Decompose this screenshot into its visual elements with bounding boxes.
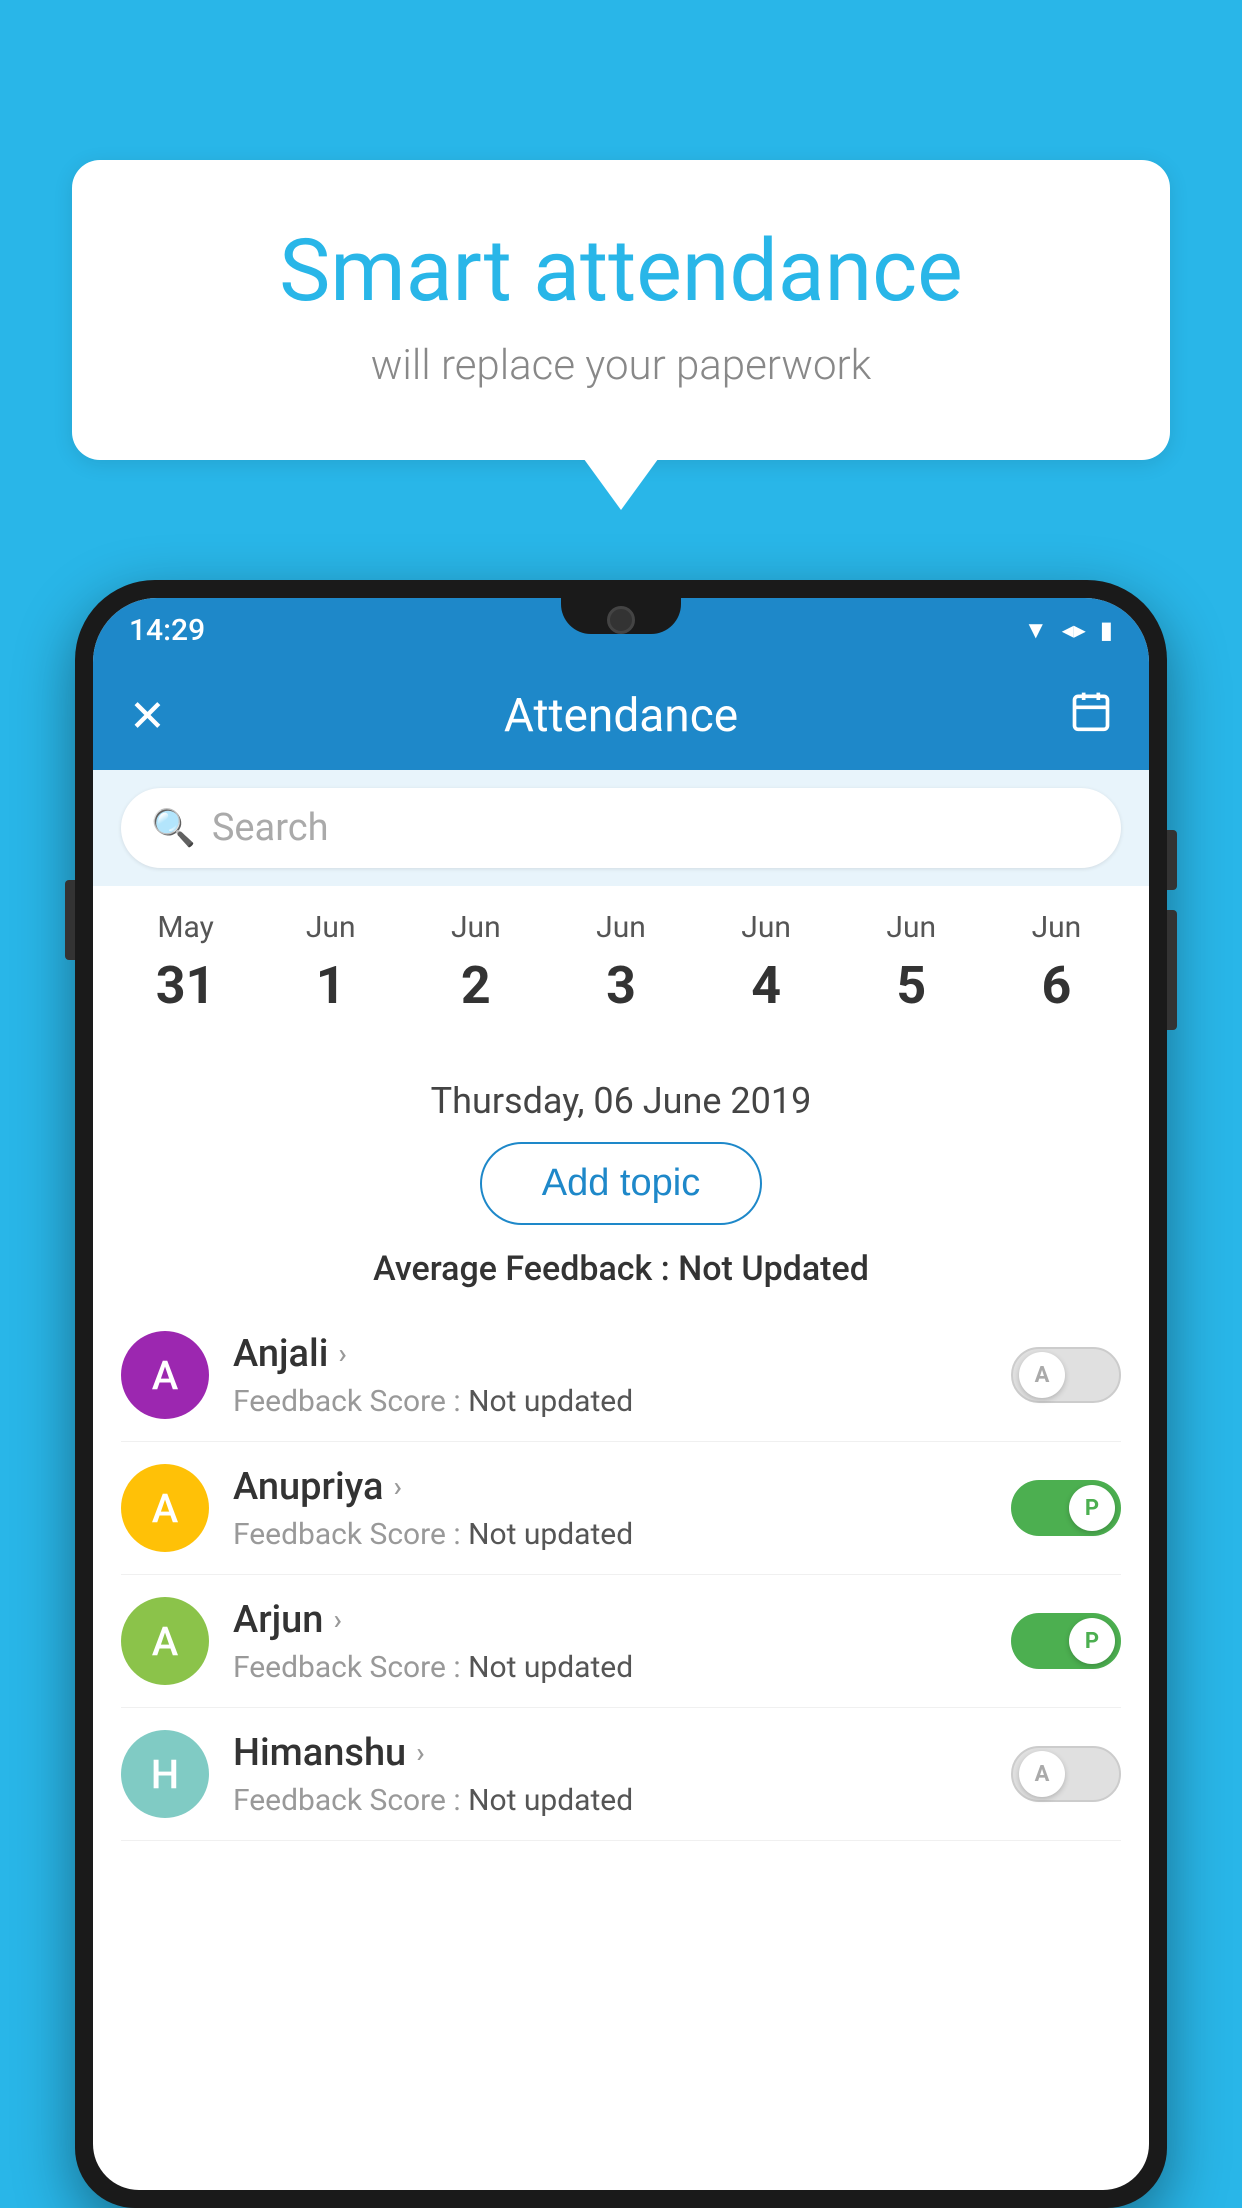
student-feedback: Feedback Score : Not updated (233, 1517, 987, 1552)
calendar-month-1[interactable]: Jun (261, 910, 401, 945)
search-bar[interactable]: 🔍 Search (121, 788, 1121, 868)
calendar-month-0[interactable]: May (116, 910, 256, 945)
student-item: A Arjun › Feedback Score : Not updated P (121, 1575, 1121, 1708)
student-info[interactable]: Anjali › Feedback Score : Not updated (233, 1332, 987, 1419)
student-feedback: Feedback Score : Not updated (233, 1384, 987, 1419)
toggle-knob: A (1019, 1352, 1065, 1398)
avatar: H (121, 1730, 209, 1818)
calendar-date-0[interactable]: 31 (116, 955, 256, 1016)
selected-date-label: Thursday, 06 June 2019 (93, 1066, 1149, 1142)
calendar-strip: May Jun Jun Jun Jun Jun Jun 31 1 2 3 4 5… (93, 886, 1149, 1046)
status-time: 14:29 (129, 613, 205, 648)
toolbar-title: Attendance (504, 689, 738, 743)
bubble-subtitle: will replace your paperwork (132, 341, 1110, 390)
calendar-icon[interactable] (1069, 689, 1113, 743)
chevron-right-icon: › (416, 1736, 424, 1769)
chevron-right-icon: › (393, 1470, 401, 1503)
calendar-month-5[interactable]: Jun (841, 910, 981, 945)
close-button[interactable]: ✕ (129, 690, 166, 742)
attendance-toggle[interactable]: A (1011, 1347, 1121, 1403)
student-list: A Anjali › Feedback Score : Not updated … (93, 1309, 1149, 1841)
phone-camera (607, 606, 635, 634)
student-feedback: Feedback Score : Not updated (233, 1650, 987, 1685)
student-name[interactable]: Arjun › (233, 1598, 987, 1642)
battery-icon: ▮ (1100, 616, 1113, 644)
calendar-month-6[interactable]: Jun (986, 910, 1126, 945)
wifi-icon: ▼ (1024, 616, 1048, 645)
signal-icon: ◂▸ (1062, 616, 1086, 644)
toggle-knob: A (1019, 1751, 1065, 1797)
student-name[interactable]: Himanshu › (233, 1731, 987, 1775)
student-info[interactable]: Anupriya › Feedback Score : Not updated (233, 1465, 987, 1552)
calendar-date-3[interactable]: 3 (551, 955, 691, 1016)
student-info[interactable]: Arjun › Feedback Score : Not updated (233, 1598, 987, 1685)
app-toolbar: ✕ Attendance (93, 662, 1149, 770)
phone-frame: 14:29 ▼ ◂▸ ▮ ✕ Attendance � (75, 580, 1167, 2208)
power-button (1167, 830, 1177, 890)
calendar-date-5[interactable]: 5 (841, 955, 981, 1016)
student-item: A Anupriya › Feedback Score : Not update… (121, 1442, 1121, 1575)
calendar-months-row: May Jun Jun Jun Jun Jun Jun (103, 910, 1139, 945)
toggle-on[interactable]: P (1011, 1613, 1121, 1669)
calendar-month-3[interactable]: Jun (551, 910, 691, 945)
student-feedback: Feedback Score : Not updated (233, 1783, 987, 1818)
student-name[interactable]: Anupriya › (233, 1465, 987, 1509)
avg-feedback-value: Not Updated (678, 1249, 869, 1289)
volume-button (65, 880, 75, 960)
calendar-date-2[interactable]: 2 (406, 955, 546, 1016)
calendar-month-4[interactable]: Jun (696, 910, 836, 945)
student-name[interactable]: Anjali › (233, 1332, 987, 1376)
chevron-right-icon: › (333, 1603, 341, 1636)
toggle-on[interactable]: P (1011, 1480, 1121, 1536)
toggle-off[interactable]: A (1011, 1347, 1121, 1403)
calendar-dates-row: 31 1 2 3 4 5 6 (103, 945, 1139, 1036)
add-topic-button[interactable]: Add topic (480, 1142, 762, 1225)
student-item: A Anjali › Feedback Score : Not updated … (121, 1309, 1121, 1442)
search-container: 🔍 Search (93, 770, 1149, 886)
search-icon: 🔍 (151, 807, 196, 849)
avatar: A (121, 1464, 209, 1552)
content-area: Thursday, 06 June 2019 Add topic Average… (93, 1046, 1149, 1861)
toggle-knob: P (1069, 1618, 1115, 1664)
avg-feedback-label: Average Feedback : (373, 1249, 670, 1289)
volume-up-button (1167, 910, 1177, 1030)
avg-feedback: Average Feedback : Not Updated (93, 1249, 1149, 1289)
student-info[interactable]: Himanshu › Feedback Score : Not updated (233, 1731, 987, 1818)
calendar-date-1[interactable]: 1 (261, 955, 401, 1016)
attendance-toggle[interactable]: P (1011, 1480, 1121, 1536)
toggle-knob: P (1069, 1485, 1115, 1531)
calendar-month-2[interactable]: Jun (406, 910, 546, 945)
calendar-date-6[interactable]: 6 (986, 955, 1126, 1016)
toggle-off[interactable]: A (1011, 1746, 1121, 1802)
avatar: A (121, 1331, 209, 1419)
calendar-date-4[interactable]: 4 (696, 955, 836, 1016)
status-icons: ▼ ◂▸ ▮ (1024, 616, 1113, 645)
attendance-toggle[interactable]: P (1011, 1613, 1121, 1669)
search-placeholder: Search (212, 806, 329, 850)
student-item: H Himanshu › Feedback Score : Not update… (121, 1708, 1121, 1841)
phone-screen: 14:29 ▼ ◂▸ ▮ ✕ Attendance � (93, 598, 1149, 2190)
attendance-toggle[interactable]: A (1011, 1746, 1121, 1802)
speech-bubble: Smart attendance will replace your paper… (72, 160, 1170, 460)
bubble-title: Smart attendance (132, 220, 1110, 321)
chevron-right-icon: › (338, 1337, 346, 1370)
avatar: A (121, 1597, 209, 1685)
